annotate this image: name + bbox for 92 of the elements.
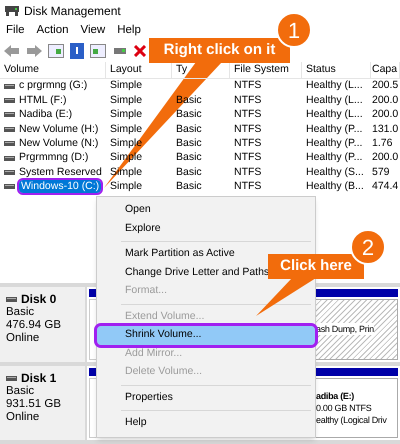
table-cell: 200.5: [372, 79, 398, 92]
volume-name[interactable]: System Reserved: [19, 164, 102, 180]
disk-size: 476.94 GB: [6, 319, 62, 332]
menu-item[interactable]: Action: [36, 22, 68, 40]
table-cell: Healthy (L...: [306, 94, 363, 106]
table-cell: Basic: [176, 108, 202, 120]
table-cell: 579: [372, 166, 390, 178]
back-icon[interactable]: [4, 45, 20, 57]
table-cell: Basic: [176, 180, 202, 192]
volume-name[interactable]: c prgrmng (G:): [19, 78, 88, 94]
table-cell: Basic: [176, 136, 202, 149]
drive-icon: [6, 297, 17, 302]
menu-item[interactable]: View: [80, 22, 106, 40]
table-cell: 200.0: [372, 94, 398, 106]
menu-item[interactable]: File: [6, 22, 25, 40]
table-cell: NTFS: [234, 94, 262, 106]
table-cell: NTFS: [234, 122, 262, 134]
help-icon[interactable]: [70, 43, 84, 59]
disk-status: Online: [6, 332, 40, 345]
drive-icon: [4, 98, 15, 104]
table-cell: Healthy (P...: [306, 151, 362, 164]
table-cell: Basic: [176, 151, 202, 164]
connect-icon[interactable]: [112, 45, 128, 57]
table-cell: Simple: [110, 180, 142, 192]
partition-text: ealthy (Logical Driv: [316, 414, 387, 426]
table-cell: NTFS: [234, 151, 262, 164]
table-cell: Healthy (P...: [306, 122, 362, 134]
column-header[interactable]: Capa: [371, 62, 400, 78]
table-cell: Simple: [110, 79, 142, 92]
disk-type: Basic: [6, 384, 36, 398]
column-header[interactable]: Volume: [0, 62, 106, 78]
table-cell: Healthy (P...: [306, 136, 362, 149]
drive-icon: [4, 112, 15, 118]
drive-icon: [4, 141, 15, 146]
volume-name[interactable]: New Volume (H:): [19, 122, 98, 138]
menu-item[interactable]: Help: [125, 415, 147, 432]
table-cell: NTFS: [234, 108, 262, 120]
table-cell: Healthy (S...: [306, 166, 364, 178]
table-cell: Healthy (L...: [306, 79, 363, 92]
partition-text: adiba (E:): [316, 390, 354, 402]
table-cell: 1.76: [372, 136, 392, 149]
pane-icon[interactable]: [90, 44, 106, 58]
window-title: Disk Management: [24, 3, 121, 20]
disk-name: Disk 1: [21, 372, 56, 384]
disk-type: Basic: [6, 306, 36, 319]
volume-name[interactable]: Windows-10 (C:): [19, 180, 102, 194]
disk-size: 931.51 GB: [6, 398, 62, 410]
table-cell: 474.4: [372, 180, 398, 192]
table-cell: 200.0: [372, 151, 398, 164]
delete-icon[interactable]: [134, 45, 146, 57]
disk-name: Disk 0: [21, 293, 56, 306]
menu-item[interactable]: Help: [117, 22, 141, 40]
table-cell: NTFS: [234, 136, 262, 149]
volume-name[interactable]: New Volume (N:): [19, 136, 98, 152]
menu-item[interactable]: Mark Partition as Active: [125, 246, 235, 262]
table-cell: NTFS: [234, 180, 262, 192]
table-cell: 131.0: [372, 122, 398, 134]
table-cell: Basic: [176, 166, 202, 178]
callout-pointer: [256, 278, 316, 316]
volume-name[interactable]: HTML (F:): [19, 92, 66, 108]
table-cell: NTFS: [234, 166, 262, 178]
table-cell: NTFS: [234, 79, 262, 92]
table-cell: Basic: [176, 122, 202, 134]
table-cell: Simple: [110, 122, 142, 134]
drive-icon: [4, 170, 15, 176]
callout-label: Right click on it: [149, 38, 290, 63]
drive-icon: [6, 376, 17, 380]
step-number-badge: 2: [350, 229, 386, 265]
table-cell: Healthy (L...: [306, 108, 363, 120]
table-cell: Healthy (B...: [306, 180, 364, 192]
menu-item[interactable]: Shrink Volume...: [97, 326, 315, 344]
drive-icon: [4, 126, 15, 132]
partition-text: 0.00 GB NTFS: [316, 402, 372, 414]
pane-icon[interactable]: [48, 44, 64, 58]
volume-name[interactable]: Prgrmmng (D:): [19, 150, 88, 166]
menu-item[interactable]: Properties: [125, 390, 173, 406]
table-cell: Simple: [110, 94, 142, 106]
disk-status: Online: [6, 410, 40, 424]
volume-name[interactable]: Nadiba (E:): [19, 107, 72, 123]
step-number-badge: 1: [276, 12, 312, 48]
column-header[interactable]: Status: [302, 62, 371, 78]
table-cell: 200.0: [372, 108, 398, 120]
table-cell: Simple: [110, 108, 142, 120]
drive-icon: [4, 84, 15, 89]
drive-icon: [4, 184, 15, 190]
menu-item[interactable]: Open: [125, 202, 151, 218]
menu-item[interactable]: Explore: [125, 220, 161, 237]
drive-icon: [4, 156, 15, 161]
menu-item[interactable]: Change Drive Letter and Paths: [125, 264, 270, 281]
callout-label: Click here: [268, 254, 364, 279]
forward-icon[interactable]: [26, 45, 42, 57]
app-icon: [4, 5, 20, 17]
